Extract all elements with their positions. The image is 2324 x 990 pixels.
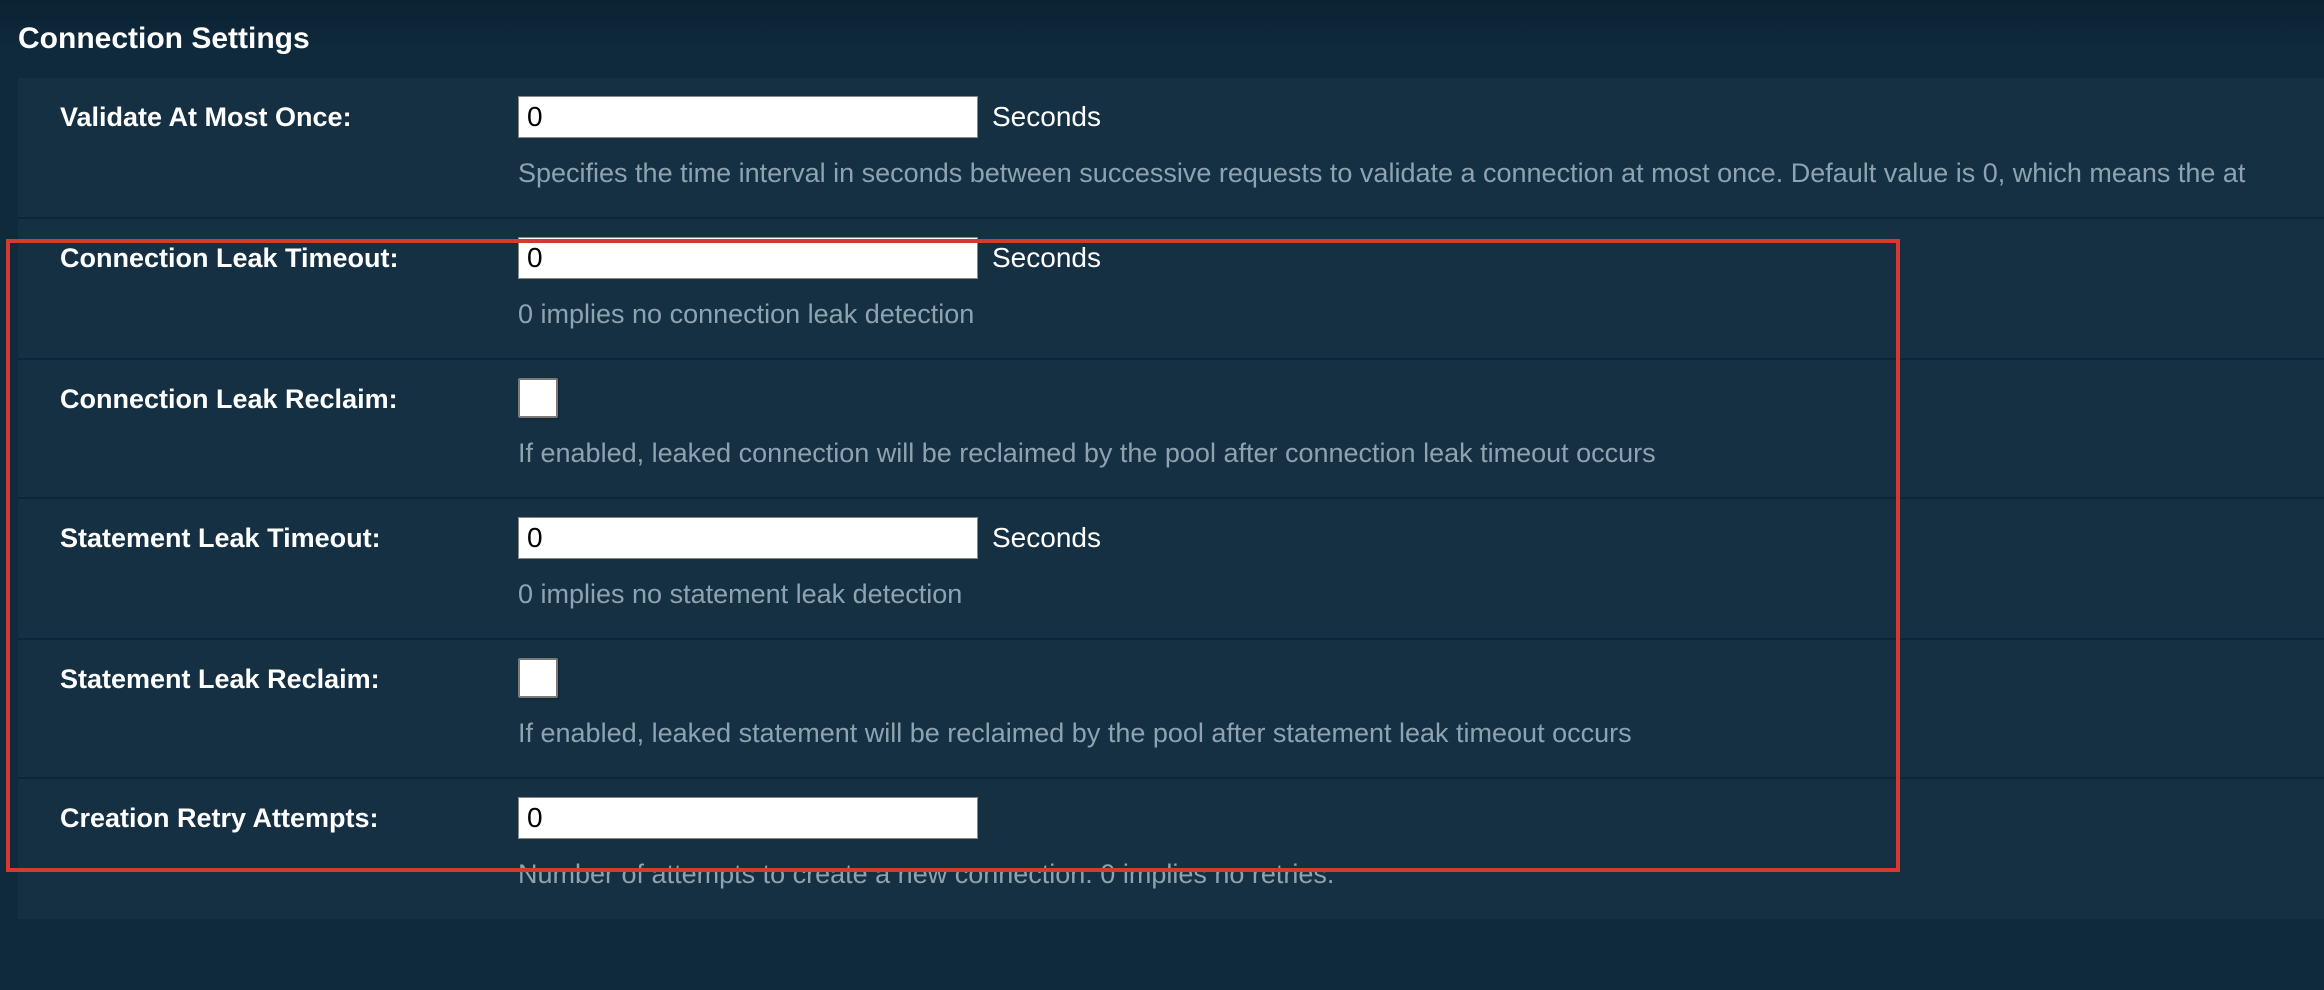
connection-leak-reclaim-desc: If enabled, leaked connection will be re… [518,436,2324,471]
connection-settings-form: Validate At Most Once: Seconds Specifies… [18,78,2324,919]
label-connection-leak-timeout: Connection Leak Timeout: [18,237,518,274]
connection-leak-timeout-desc: 0 implies no connection leak detection [518,297,2324,332]
label-statement-leak-reclaim: Statement Leak Reclaim: [18,658,518,695]
validate-at-most-once-unit: Seconds [992,101,1101,133]
section-title: Connection Settings [0,0,2324,78]
row-validate-at-most-once: Validate At Most Once: Seconds Specifies… [18,78,2324,219]
label-validate-at-most-once: Validate At Most Once: [18,96,518,133]
statement-leak-reclaim-checkbox[interactable] [518,658,558,698]
connection-leak-timeout-unit: Seconds [992,242,1101,274]
label-connection-leak-reclaim: Connection Leak Reclaim: [18,378,518,415]
label-statement-leak-timeout: Statement Leak Timeout: [18,517,518,554]
row-connection-leak-timeout: Connection Leak Timeout: Seconds 0 impli… [18,219,2324,360]
validate-at-most-once-input[interactable] [518,96,978,138]
statement-leak-timeout-unit: Seconds [992,522,1101,554]
row-connection-leak-reclaim: Connection Leak Reclaim: If enabled, lea… [18,360,2324,499]
creation-retry-attempts-input[interactable] [518,797,978,839]
statement-leak-timeout-desc: 0 implies no statement leak detection [518,577,2324,612]
connection-leak-timeout-input[interactable] [518,237,978,279]
row-creation-retry-attempts: Creation Retry Attempts: Number of attem… [18,779,2324,918]
row-statement-leak-timeout: Statement Leak Timeout: Seconds 0 implie… [18,499,2324,640]
row-statement-leak-reclaim: Statement Leak Reclaim: If enabled, leak… [18,640,2324,779]
creation-retry-attempts-desc: Number of attempts to create a new conne… [518,857,2324,892]
label-creation-retry-attempts: Creation Retry Attempts: [18,797,518,834]
connection-leak-reclaim-checkbox[interactable] [518,378,558,418]
validate-at-most-once-desc: Specifies the time interval in seconds b… [518,156,2324,191]
statement-leak-timeout-input[interactable] [518,517,978,559]
statement-leak-reclaim-desc: If enabled, leaked statement will be rec… [518,716,2324,751]
